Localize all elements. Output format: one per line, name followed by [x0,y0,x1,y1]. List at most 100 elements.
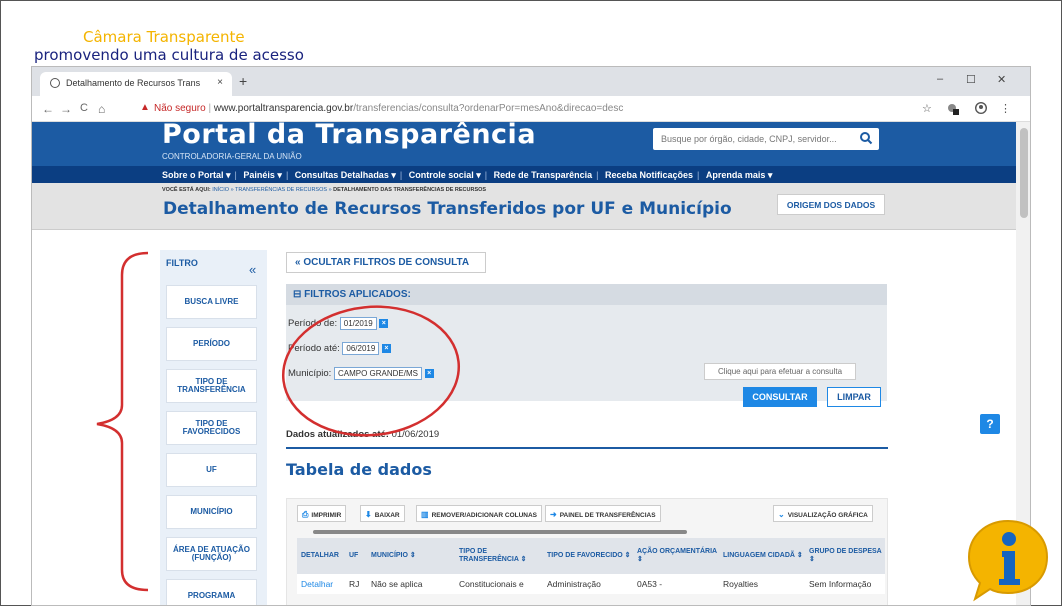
filter-tipo-transferencia[interactable]: TIPO DE TRANSFERÊNCIA [166,369,257,403]
table-row: Detalhar RJ Não se aplica Constitucionai… [297,574,885,594]
chart-view-button[interactable]: ⌄ VISUALIZAÇÃO GRÁFICA [773,505,873,522]
reload-button[interactable]: C [80,102,88,114]
portal-header: Portal da Transparência CONTROLADORIA-GE… [32,122,1016,166]
filter-uf[interactable]: UF [166,453,257,487]
tab-title: Detalhamento de Recursos Trans [66,78,201,88]
hide-filters-button[interactable]: « OCULTAR FILTROS DE CONSULTA [286,252,486,273]
menu-notificacoes[interactable]: Receba Notificações [605,170,693,180]
menu-consultas[interactable]: Consultas Detalhadas ▾ [295,170,396,181]
painel-button[interactable]: ➜ PAINEL DE TRANSFERÊNCIAS [545,505,661,522]
close-window-button[interactable]: ✕ [997,73,1006,86]
filter-programa[interactable]: PROGRAMA [166,579,257,605]
filter-busca-livre[interactable]: BUSCA LIVRE [166,285,257,319]
browser-tab[interactable]: Detalhamento de Recursos Trans × [40,72,232,96]
page-title: Detalhamento de Recursos Transferidos po… [163,199,732,219]
search-icon[interactable] [859,131,875,147]
url-field[interactable]: Não seguro | www.portaltransparencia.gov… [154,103,623,114]
slide-subtitle: promovendo uma cultura de acesso [34,46,304,64]
col-detalhar[interactable]: DETALHAR [297,538,343,574]
periodo-ate-value: 06/2019 [342,342,380,355]
back-button[interactable]: ← [42,102,54,116]
consulta-hint[interactable]: Clique aqui para efetuar a consulta [704,363,856,380]
help-button[interactable]: ? [980,414,1000,434]
detalhar-link[interactable]: Detalhar [301,579,333,589]
info-logo-icon [967,519,1049,602]
cell-grupo-despesa: Sem Informação [809,579,872,589]
menu-paineis[interactable]: Painéis ▾ [243,170,282,181]
table-header: DETALHAR UF MUNICÍPIO ⇕ TIPO DE TRANSFER… [297,538,885,574]
maximize-button[interactable]: ☐ [966,73,976,86]
close-tab-icon[interactable]: × [217,77,223,88]
collapse-icon[interactable]: ⊟ [293,289,301,300]
filter-title: FILTRO [166,258,198,268]
url-path: /transferencias/consulta?ordenarPor=mesA… [353,103,624,114]
scroll-thumb[interactable] [1020,128,1028,218]
section-divider [286,447,888,449]
columns-button[interactable]: ▥ REMOVER/ADICIONAR COLUNAS [416,505,543,522]
slide-title: Câmara Transparente [83,28,245,46]
col-linguagem-cidada[interactable]: LINGUAGEM CIDADÃ ⇕ [719,538,805,574]
remove-filter-icon[interactable]: × [381,343,391,353]
portal-sublogo: CONTROLADORIA-GERAL DA UNIÃO [162,152,302,161]
home-button[interactable]: ⌂ [98,102,105,116]
portal-logo[interactable]: Portal da Transparência [162,122,536,150]
menu-aprenda[interactable]: Aprenda mais ▾ [706,170,773,181]
menu-rede[interactable]: Rede de Transparência [494,170,593,180]
applied-filters-title: FILTROS APLICADOS: [304,289,411,300]
extension-icon[interactable] [946,102,960,119]
columns-icon: ▥ [421,510,429,519]
col-municipio[interactable]: MUNICÍPIO ⇕ [367,538,455,574]
printer-icon: ⎙ [302,510,309,519]
star-icon[interactable]: ☆ [922,102,932,115]
remove-filter-icon[interactable]: × [379,318,389,328]
col-acao-orcamentaria[interactable]: AÇÃO ORÇAMENTÁRIA ⇕ [633,538,719,574]
cell-tipo-favorecido: Administração [547,579,601,589]
filter-tipo-favorecidos[interactable]: TIPO DE FAVORECIDOS [166,411,257,445]
download-button[interactable]: ⬇ BAIXAR [360,505,405,522]
title-band: VOCÊ ESTÁ AQUI: INÍCIO » TRANSFERÊNCIAS … [32,183,1016,230]
filter-periodo[interactable]: PERÍODO [166,327,257,361]
cell-municipio: Não se aplica [371,579,423,589]
minimize-button[interactable]: – [937,73,943,85]
col-grupo-despesa[interactable]: GRUPO DE DESPESA ⇕ [805,538,885,574]
cell-tipo-transferencia: Constitucionais e [459,579,524,589]
limpar-button[interactable]: LIMPAR [827,387,881,407]
filter-row-municipio: Município: CAMPO GRANDE/MS × [288,367,434,380]
forward-button[interactable]: → [60,102,72,116]
col-tipo-transferencia[interactable]: TIPO DE TRANSFERÊNCIA ⇕ [455,538,543,574]
remove-filter-icon[interactable]: × [424,368,434,378]
table-panel: ⎙ IMPRIMIR ⬇ BAIXAR ▥ REMOVER/ADICIONAR COL… [286,498,888,605]
col-tipo-favorecido[interactable]: TIPO DE FAVORECIDO ⇕ [543,538,633,574]
profile-icon[interactable] [974,101,988,117]
cell-uf: RJ [349,579,360,589]
horizontal-scrollbar[interactable] [313,530,687,534]
filter-area-atuacao[interactable]: ÁREA DE ATUAÇÃO (FUNÇÃO) [166,537,257,571]
main-menu: Sobre o Portal ▾ | Painéis ▾ | Consultas D… [32,166,1016,183]
periodo-de-value: 01/2019 [339,317,377,330]
download-icon: ⬇ [365,510,372,519]
applied-filters-header[interactable]: ⊟ FILTROS APLICADOS: [286,284,887,305]
security-label: Não seguro [154,103,206,114]
data-updated: Dados atualizados até: 01/06/2019 [286,429,440,440]
col-uf[interactable]: UF [345,538,363,574]
new-tab-button[interactable]: + [239,73,247,89]
globe-icon [50,78,60,88]
menu-controle-social[interactable]: Controle social ▾ [409,170,481,181]
print-button[interactable]: ⎙ IMPRIMIR [297,505,347,522]
applied-filters-panel: ⊟ FILTROS APLICADOS: Período de: 01/2019… [286,284,887,401]
table-title: Tabela de dados [286,460,432,479]
menu-sobre[interactable]: Sobre o Portal ▾ [162,170,231,181]
search-input[interactable]: Busque por órgão, cidade, CNPJ, servidor… [653,128,879,150]
url-domain: www.portaltransparencia.gov.br [213,103,354,114]
warning-icon: ▲ [140,102,150,113]
collapse-filter-icon[interactable]: « [249,262,256,277]
filter-sidebar: FILTRO « BUSCA LIVRE PERÍODO TIPO DE TRA… [160,250,267,605]
cell-acao: 0A53 - [637,579,663,589]
menu-icon[interactable]: ⋮ [1000,102,1011,115]
filter-municipio[interactable]: MUNICÍPIO [166,495,257,529]
tab-bar: Detalhamento de Recursos Trans × + – ☐ ✕ [32,67,1030,96]
origem-dados-button[interactable]: ORIGEM DOS DADOS [777,194,885,215]
browser-window: Detalhamento de Recursos Trans × + – ☐ ✕… [31,66,1031,606]
consultar-button[interactable]: CONSULTAR [743,387,817,407]
address-bar: ← → C ⌂ ▲ Não seguro | www.portaltranspa… [32,96,1030,122]
